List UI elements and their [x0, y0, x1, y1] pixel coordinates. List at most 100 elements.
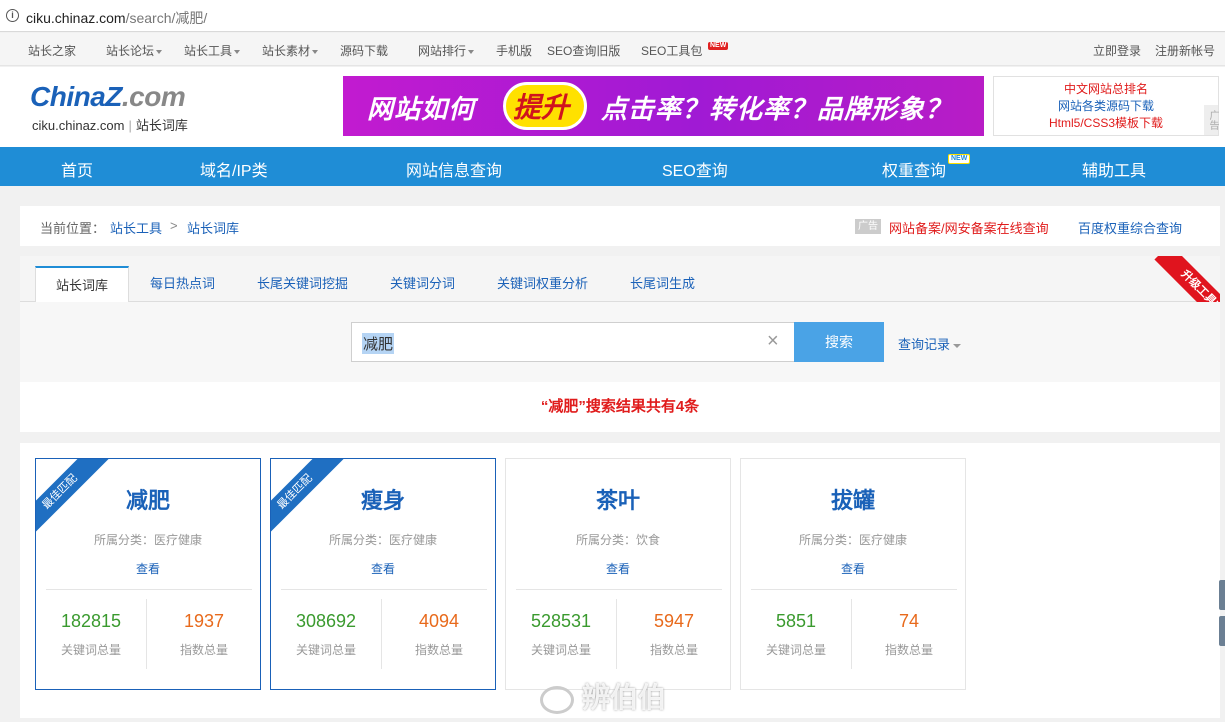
- baidu-weight-link[interactable]: 百度权重综合查询: [1078, 218, 1182, 237]
- card-index-label: 指数总量: [649, 643, 698, 657]
- card-divider: [516, 589, 722, 590]
- login-link[interactable]: 立即登录: [1093, 42, 1141, 59]
- top-nav-item-seo-old[interactable]: SEO查询旧版: [547, 42, 620, 59]
- browser-url-bar[interactable]: i ciku.chinaz.com/search/减肥/: [0, 0, 1225, 32]
- card-index-total: 1937: [183, 611, 225, 631]
- banner-text-2: 点击率？转化率？品牌形象？: [601, 94, 953, 124]
- search-button[interactable]: 搜索: [794, 322, 884, 362]
- tab-keyword-segment[interactable]: 关键词分词: [390, 266, 455, 302]
- logo-text-b: .com: [121, 81, 186, 112]
- search-input[interactable]: 减肥 ×: [351, 322, 795, 362]
- side-float-tab[interactable]: [1219, 616, 1225, 646]
- breadcrumb-tools[interactable]: 站长工具: [110, 218, 162, 237]
- caret-down-icon: [312, 49, 319, 54]
- caret-down-icon: [953, 343, 962, 348]
- top-nav-item-rank[interactable]: 网站排行: [418, 42, 475, 59]
- card-keyword-label: 关键词总量: [60, 643, 121, 657]
- side-float-tab[interactable]: [1219, 580, 1225, 610]
- card-divider: [281, 589, 487, 590]
- side-link-templates[interactable]: Html5/CSS3模板下载: [994, 115, 1218, 132]
- breadcrumb: 当前位置： 站长工具 > 站长词库 广告 网站备案/网安备案在线查询 百度权重综…: [20, 206, 1220, 246]
- card-divider: [851, 599, 852, 669]
- card-category: 所属分类：饮食: [575, 533, 660, 547]
- card-index-total: 5947: [653, 611, 695, 631]
- chinaz-logo[interactable]: ChinaZ.com: [30, 81, 186, 113]
- top-nav-item-label: 站长工具: [184, 44, 233, 58]
- banner-highlight: 提升: [513, 92, 570, 123]
- result-card[interactable]: 最佳匹配 减肥 所属分类：医疗健康 查看 182815 1937 关键词总量 指…: [35, 458, 261, 690]
- top-nav-item-seo-pack[interactable]: SEO工具包: [641, 42, 702, 59]
- card-view-link[interactable]: 查看: [741, 560, 965, 577]
- top-nav-item-source[interactable]: 源码下载: [340, 42, 388, 59]
- top-nav-item-forum[interactable]: 站长论坛: [106, 42, 163, 59]
- card-keyword-total: 528531: [530, 611, 592, 631]
- top-nav-item-label: 站长论坛: [106, 44, 155, 58]
- logo-separator: |: [128, 118, 132, 133]
- ad-label: 广告: [1204, 105, 1218, 135]
- breadcrumb-label: 当前位置：: [40, 221, 106, 236]
- main-nav-home[interactable]: 首页: [61, 157, 93, 181]
- main-nav-aux-tools[interactable]: 辅助工具: [1082, 157, 1146, 181]
- card-title[interactable]: 拔罐: [741, 483, 965, 515]
- card-view-link[interactable]: 查看: [271, 560, 495, 577]
- tab-daily-hot[interactable]: 每日热点词: [150, 266, 215, 302]
- card-divider: [616, 599, 617, 669]
- tool-panel: 站长词库 每日热点词 长尾关键词挖掘 关键词分词 关键词权重分析 长尾词生成 升…: [20, 256, 1220, 432]
- result-summary: “减肥”搜索结果共有4条: [540, 398, 700, 415]
- card-keyword-total: 308692: [295, 611, 357, 631]
- card-category: 所属分类：医疗健康: [93, 533, 202, 547]
- beian-query-link[interactable]: 网站备案/网安备案在线查询: [889, 218, 1049, 237]
- url-path: /search/减肥/: [125, 10, 208, 26]
- logo-domain: ciku.chinaz.com: [32, 118, 125, 133]
- url-text[interactable]: ciku.chinaz.com/search/减肥/: [26, 8, 207, 28]
- result-card[interactable]: 茶叶 所属分类：饮食 查看 528531 5947 关键词总量 指数总量: [505, 458, 731, 690]
- ad-banner[interactable]: 网站如何 提升 点击率？转化率？品牌形象？: [343, 76, 984, 136]
- new-badge: NEW: [948, 154, 971, 164]
- tab-keyword-weight[interactable]: 关键词权重分析: [497, 266, 588, 302]
- card-view-link[interactable]: 查看: [506, 560, 730, 577]
- breadcrumb-current[interactable]: 站长词库: [187, 218, 239, 237]
- result-card[interactable]: 拔罐 所属分类：医疗健康 查看 5851 74 关键词总量 指数总量: [740, 458, 966, 690]
- main-nav-weight[interactable]: 权重查询: [882, 157, 946, 181]
- main-nav-seo[interactable]: SEO查询: [662, 157, 728, 181]
- main-nav-domain-ip[interactable]: 域名/IP类: [200, 157, 268, 181]
- card-keyword-label: 关键词总量: [295, 643, 356, 657]
- tab-longtail-generate[interactable]: 长尾词生成: [630, 266, 695, 302]
- top-nav-item-materials[interactable]: 站长素材: [262, 42, 319, 59]
- card-keyword-label: 关键词总量: [530, 643, 591, 657]
- card-title[interactable]: 减肥: [36, 483, 260, 515]
- site-header: ChinaZ.com ciku.chinaz.com | 站长词库 网站如何 提升 …: [0, 67, 1225, 147]
- card-title[interactable]: 瘦身: [271, 483, 495, 515]
- watermark-text: 辨伯伯: [582, 682, 667, 713]
- card-view-link[interactable]: 查看: [36, 560, 260, 577]
- side-link-source[interactable]: 网站各类源码下载: [994, 98, 1218, 115]
- card-index-label: 指数总量: [179, 643, 228, 657]
- main-nav-site-info[interactable]: 网站信息查询: [406, 157, 502, 181]
- weibo-watermark: 辨伯伯: [540, 676, 666, 716]
- search-input-value: 减肥: [362, 333, 395, 354]
- main-nav: 首页 域名/IP类 网站信息查询 SEO查询 权重查询 NEW 辅助工具: [0, 147, 1225, 186]
- tab-bar: 站长词库 每日热点词 长尾关键词挖掘 关键词分词 关键词权重分析 长尾词生成: [20, 256, 1220, 303]
- card-title[interactable]: 茶叶: [506, 483, 730, 515]
- url-domain: ciku.chinaz.com: [26, 10, 126, 26]
- top-nav-item-tools[interactable]: 站长工具: [184, 42, 241, 59]
- top-nav: 站长之家 站长论坛 站长工具 站长素材 源码下载 网站排行 手机版 SEO查询旧…: [0, 33, 1225, 66]
- card-keyword-label: 关键词总量: [765, 643, 826, 657]
- side-link-rank[interactable]: 中文网站总排名: [994, 81, 1218, 98]
- ad-tag: 广告: [855, 219, 881, 234]
- top-nav-item-home[interactable]: 站长之家: [28, 42, 76, 59]
- logo-text-z: Z: [105, 81, 122, 112]
- top-nav-item-mobile[interactable]: 手机版: [496, 42, 532, 59]
- register-link[interactable]: 注册新帐号: [1155, 42, 1215, 59]
- tab-ciku[interactable]: 站长词库: [35, 266, 130, 303]
- info-icon[interactable]: i: [6, 9, 19, 22]
- card-index-total: 74: [898, 611, 920, 631]
- logo-name: 站长词库: [135, 118, 188, 133]
- clear-icon[interactable]: ×: [767, 330, 779, 352]
- result-card[interactable]: 最佳匹配 瘦身 所属分类：医疗健康 查看 308692 4094 关键词总量 指…: [270, 458, 496, 690]
- tab-longtail-mining[interactable]: 长尾关键词挖掘: [257, 266, 348, 302]
- banner-text-1: 网站如何: [367, 94, 476, 124]
- card-keyword-total: 5851: [775, 611, 817, 631]
- search-history-dropdown[interactable]: 查询记录: [898, 334, 962, 353]
- new-badge: NEW: [708, 42, 729, 50]
